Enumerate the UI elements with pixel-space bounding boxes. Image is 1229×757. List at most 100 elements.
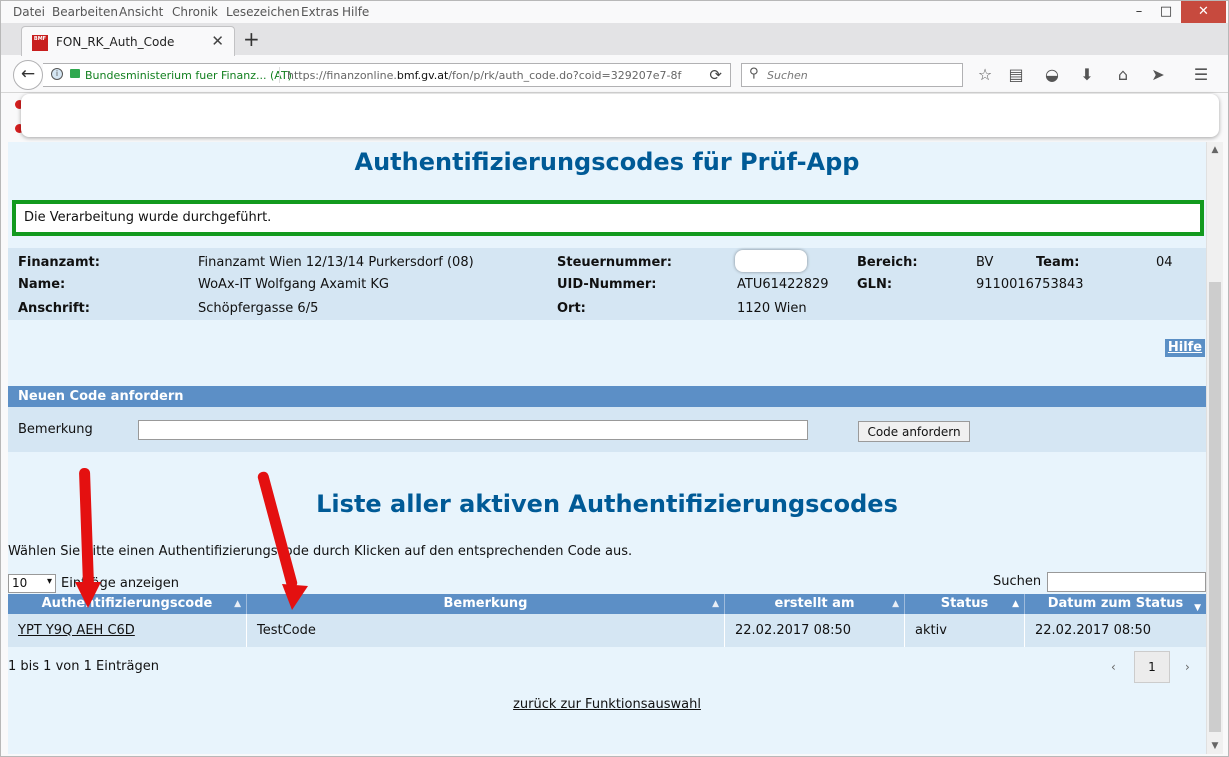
scroll-down-icon[interactable]: ▼	[1207, 741, 1223, 751]
col-erstellt-am[interactable]: erstellt am ▲	[725, 594, 905, 614]
col-datum-zum-status[interactable]: Datum zum Status ▼	[1025, 594, 1206, 614]
erstellt-am-cell: 22.02.2017 08:50	[725, 614, 905, 647]
tab-fon-rk-auth-code[interactable]: BMF FON_RK_Auth_Code ✕	[21, 26, 235, 56]
page-title: Authentifizierungscodes für Prüf-App	[354, 148, 860, 176]
reload-icon[interactable]: ⟳	[709, 66, 722, 84]
url-divider	[279, 67, 280, 83]
arrow-head-icon	[282, 584, 308, 610]
entries-per-page-select[interactable]: 10 ▾	[8, 574, 56, 593]
menu-datei[interactable]: Datei	[13, 5, 45, 19]
table-row: YPT Y9Q AEH C6D TestCode 22.02.2017 08:5…	[8, 614, 1206, 647]
back-to-functions-link[interactable]: zurück zur Funktionsauswahl	[8, 697, 1206, 712]
datum-zum-status-cell: 22.02.2017 08:50	[1035, 623, 1152, 638]
auth-code-link[interactable]: YPT Y9Q AEH C6D	[18, 623, 135, 638]
tab-title: FON_RK_Auth_Code	[56, 35, 175, 49]
browser-search-input[interactable]: ⚲ Suchen	[741, 63, 963, 87]
name-label: Name:	[18, 277, 66, 292]
table-header: Authentifizierungscode ▲ Bemerkung ▲ erste…	[8, 594, 1206, 614]
menu-bearbeiten[interactable]: Bearbeiten	[52, 5, 118, 19]
table-search-input[interactable]	[1047, 572, 1206, 592]
team-label: Team:	[1036, 255, 1080, 270]
next-page-button[interactable]: ›	[1185, 660, 1190, 674]
close-tab-icon[interactable]: ✕	[211, 32, 224, 50]
steuernummer-label: Steuernummer:	[557, 255, 672, 270]
send-icon[interactable]: ➤	[1147, 65, 1169, 84]
url-text[interactable]: https://finanzonline.bmf.gv.at/fon/p/rk/…	[287, 69, 681, 82]
site-identity[interactable]: Bundesministerium fuer Finanz... (AT)	[85, 69, 292, 82]
col-authentifizierungscode[interactable]: Authentifizierungscode ▲	[8, 594, 247, 614]
sort-icon: ▲	[892, 599, 899, 609]
sort-icon: ▲	[234, 599, 241, 609]
bereich-label: Bereich:	[857, 255, 918, 270]
taxpayer-info-panel: Finanzamt: Finanzamt Wien 12/13/14 Purke…	[8, 248, 1206, 320]
reader-list-icon[interactable]: ▤	[1005, 65, 1027, 84]
hilfe-link[interactable]: Hilfe	[1165, 339, 1205, 357]
search-icon: ⚲	[749, 66, 759, 81]
tab-strip: BMF FON_RK_Auth_Code ✕	[1, 23, 1228, 56]
nav-bar: ← i Bundesministerium fuer Finanz... (AT…	[1, 57, 1228, 93]
sort-asc-icon: ▲	[1012, 599, 1019, 609]
home-icon[interactable]: ⌂	[1112, 65, 1134, 84]
redacted-tax-number	[735, 250, 807, 272]
prev-page-button[interactable]: ‹	[1111, 660, 1116, 674]
download-icon[interactable]: ⬇	[1076, 65, 1098, 84]
scroll-up-icon[interactable]: ▲	[1207, 145, 1223, 155]
ort-label: Ort:	[557, 301, 586, 316]
menu-extras[interactable]: Extras	[301, 5, 339, 19]
section-header-new-code: Neuen Code anfordern	[8, 386, 1206, 407]
pocket-icon[interactable]: ◒	[1041, 65, 1063, 84]
back-button[interactable]: ←	[13, 60, 43, 90]
scrollbar-thumb[interactable]	[1209, 282, 1221, 732]
bereich-value: BV	[976, 255, 994, 270]
gln-value: 9110016753843	[976, 277, 1084, 292]
close-window-button[interactable]: ✕	[1181, 1, 1226, 23]
anschrift-label: Anschrift:	[18, 301, 90, 316]
menu-hilfe[interactable]: Hilfe	[342, 5, 369, 19]
bemerkung-cell: TestCode	[247, 614, 725, 647]
page-1-button[interactable]: 1	[1134, 651, 1170, 683]
hamburger-menu-icon[interactable]: ☰	[1190, 65, 1212, 84]
menu-lesezeichen[interactable]: Lesezeichen	[226, 5, 300, 19]
menu-bar: Datei Bearbeiten Ansicht Chronik Lesezei…	[1, 1, 1228, 23]
table-search-label: Suchen	[993, 574, 1042, 589]
col-bemerkung[interactable]: Bemerkung ▲	[247, 594, 725, 614]
arrow-head-icon	[75, 582, 101, 608]
status-cell: aktiv	[905, 614, 1025, 647]
name-value: WoAx-IT Wolfgang Axamit KG	[198, 277, 389, 292]
table-info: 1 bis 1 von 1 Einträgen	[8, 659, 159, 674]
new-tab-button[interactable]: +	[243, 27, 260, 51]
menu-chronik[interactable]: Chronik	[172, 5, 218, 19]
list-title: Liste aller aktiven Authentifizierungsco…	[316, 490, 898, 518]
menu-ansicht[interactable]: Ansicht	[119, 5, 163, 19]
finanzamt-label: Finanzamt:	[18, 255, 100, 270]
redaction-box	[21, 94, 1219, 137]
page-content: Authentifizierungscodes für Prüf-App Die…	[8, 142, 1206, 754]
ort-value: 1120 Wien	[737, 301, 807, 316]
success-message: Die Verarbeitung wurde durchgeführt.	[12, 200, 1204, 236]
code-anfordern-button[interactable]: Code anfordern	[858, 421, 970, 442]
lock-icon	[70, 69, 80, 78]
bmf-favicon-icon: BMF	[32, 35, 48, 51]
uid-value: ATU61422829	[737, 277, 829, 292]
new-code-form: Bemerkung Code anfordern	[8, 407, 1206, 452]
browser-window: Datei Bearbeiten Ansicht Chronik Lesezei…	[0, 0, 1229, 757]
bookmarks-bar	[1, 93, 1228, 141]
gln-label: GLN:	[857, 277, 893, 292]
url-bar[interactable]: i Bundesministerium fuer Finanz... (AT) …	[43, 63, 731, 87]
bemerkung-label: Bemerkung	[18, 422, 93, 437]
bemerkung-input[interactable]	[138, 420, 808, 440]
finanzamt-value: Finanzamt Wien 12/13/14 Purkersdorf (08)	[198, 255, 474, 270]
maximize-button[interactable]: □	[1156, 1, 1176, 23]
minimize-button[interactable]: –	[1129, 1, 1149, 23]
anschrift-value: Schöpfergasse 6/5	[198, 301, 319, 316]
instruction-text: Wählen Sie bitte einen Authentifizierung…	[8, 544, 633, 559]
uid-label: UID-Nummer:	[557, 277, 657, 292]
sort-icon: ▲	[712, 599, 719, 609]
search-placeholder: Suchen	[767, 69, 808, 82]
auth-code-cell: YPT Y9Q AEH C6D	[8, 614, 247, 647]
team-value: 04	[1156, 255, 1173, 270]
col-status[interactable]: Status ▲	[905, 594, 1025, 614]
vertical-scrollbar[interactable]: ▲ ▼	[1206, 142, 1223, 754]
bookmark-star-icon[interactable]: ☆	[974, 65, 996, 84]
info-icon[interactable]: i	[51, 68, 63, 80]
